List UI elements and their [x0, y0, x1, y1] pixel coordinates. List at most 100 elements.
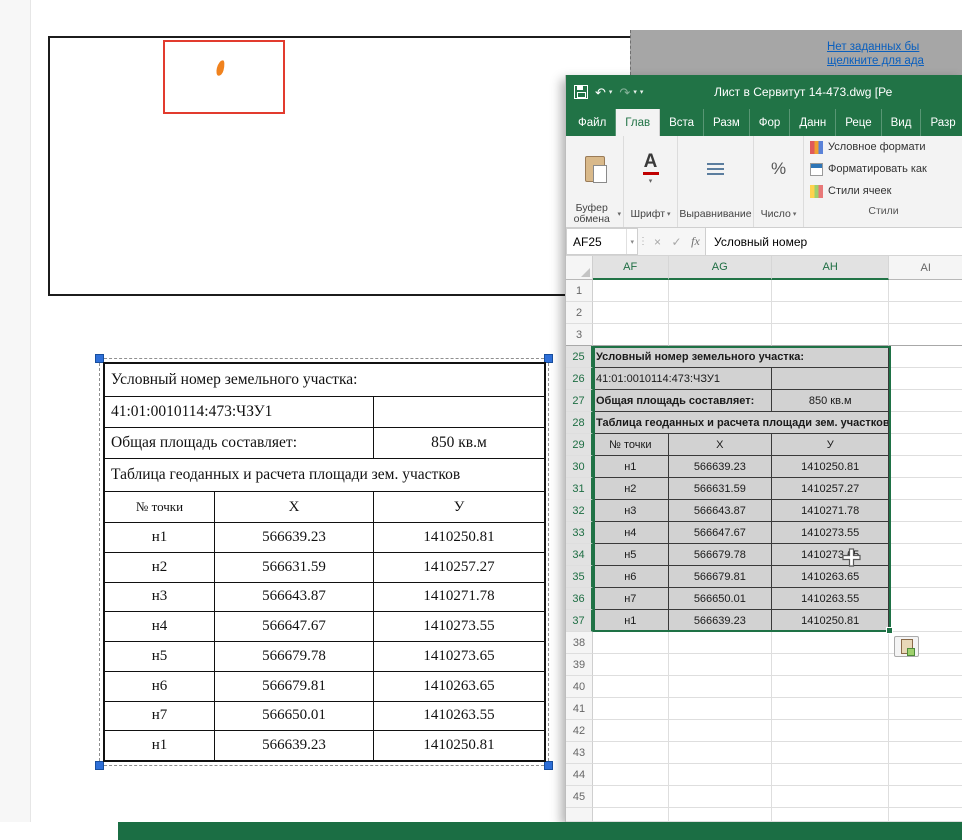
cell[interactable] [889, 786, 962, 808]
cell[interactable] [889, 390, 962, 412]
cell[interactable] [669, 698, 772, 720]
formula-input[interactable]: Условный номер [705, 228, 962, 255]
number-group-label[interactable]: Число ▾ [754, 201, 803, 227]
tab-Глав[interactable]: Глав [616, 109, 660, 136]
row-header-32[interactable]: 32 [566, 500, 593, 522]
cell[interactable] [593, 280, 669, 302]
cell[interactable] [772, 676, 889, 698]
row-header-38[interactable]: 38 [566, 632, 593, 654]
cell[interactable] [772, 654, 889, 676]
alignment-icon[interactable] [707, 160, 724, 178]
fill-handle[interactable] [886, 627, 893, 634]
cell[interactable] [889, 412, 962, 434]
select-all-corner[interactable] [566, 256, 593, 280]
row-header-27[interactable]: 27 [566, 390, 593, 412]
cell[interactable] [889, 368, 962, 390]
cell[interactable]: 1410263.55 [772, 588, 889, 610]
cell[interactable] [889, 280, 962, 302]
row-header-35[interactable]: 35 [566, 566, 593, 588]
cell[interactable] [772, 764, 889, 786]
cell[interactable] [889, 500, 962, 522]
cell[interactable]: 566643.87 [669, 500, 772, 522]
paste-icon[interactable] [585, 156, 605, 182]
cell[interactable]: 566639.23 [669, 456, 772, 478]
cell[interactable]: н3 [593, 500, 669, 522]
row-header-25[interactable]: 25 [566, 346, 593, 368]
cell[interactable]: № точки [593, 434, 669, 456]
alignment-group-label[interactable]: Выравнивание [678, 201, 753, 227]
quick-properties-link[interactable]: Нет заданных бы щелкните для ада [827, 40, 924, 68]
format-as-table-button[interactable]: Форматировать как [804, 158, 962, 180]
enter-icon[interactable]: ✓ [667, 228, 686, 255]
cell[interactable] [593, 720, 669, 742]
cell[interactable]: 566650.01 [669, 588, 772, 610]
cell[interactable] [889, 610, 962, 632]
cell[interactable] [593, 698, 669, 720]
tab-Разм[interactable]: Разм [704, 109, 750, 136]
cell[interactable] [593, 632, 669, 654]
cell[interactable] [669, 808, 772, 822]
undo-caret-icon[interactable]: ▾ [609, 88, 613, 96]
cell[interactable] [593, 676, 669, 698]
cell[interactable] [669, 654, 772, 676]
cell[interactable]: У [772, 434, 889, 456]
cell[interactable]: н1 [593, 456, 669, 478]
cell[interactable] [889, 764, 962, 786]
font-group-label[interactable]: Шрифт ▾ [624, 201, 677, 227]
cell[interactable] [889, 676, 962, 698]
cell[interactable] [889, 478, 962, 500]
cell[interactable]: н2 [593, 478, 669, 500]
name-box[interactable]: AF25 ▾ [566, 228, 638, 255]
row-header-45[interactable]: 45 [566, 786, 593, 808]
redo-caret-icon[interactable]: ▾ [633, 88, 637, 96]
row-header-28[interactable]: 28 [566, 412, 593, 434]
cell[interactable] [669, 324, 772, 346]
cell[interactable] [772, 808, 889, 822]
tab-Файл[interactable]: Файл [569, 109, 616, 136]
redo-icon[interactable]: ↷ [619, 86, 630, 99]
cell[interactable]: 566679.78 [669, 544, 772, 566]
cell[interactable] [889, 654, 962, 676]
cell[interactable] [669, 742, 772, 764]
cell[interactable]: н4 [593, 522, 669, 544]
cell[interactable] [593, 654, 669, 676]
cell[interactable]: н5 [593, 544, 669, 566]
qat-customize-icon[interactable]: ▾ [640, 88, 644, 96]
cell[interactable]: 850 кв.м [772, 390, 889, 412]
cell[interactable] [669, 302, 772, 324]
row-header-39[interactable]: 39 [566, 654, 593, 676]
insert-function-icon[interactable]: fx [686, 228, 705, 255]
cell[interactable] [669, 676, 772, 698]
grip-bottom-right[interactable] [544, 761, 553, 770]
cell[interactable] [889, 302, 962, 324]
cell[interactable] [772, 698, 889, 720]
cell[interactable]: н1 [593, 610, 669, 632]
column-header-AF[interactable]: AF [593, 256, 669, 280]
row-header-31[interactable]: 31 [566, 478, 593, 500]
cell[interactable] [889, 324, 962, 346]
row-header-37[interactable]: 37 [566, 610, 593, 632]
cell[interactable] [889, 566, 962, 588]
tab-Реце[interactable]: Реце [836, 109, 881, 136]
cell[interactable]: 1410273.65 [772, 544, 889, 566]
row-header-33[interactable]: 33 [566, 522, 593, 544]
column-header-AG[interactable]: AG [669, 256, 772, 280]
cell[interactable] [593, 302, 669, 324]
cell[interactable]: 1410271.78 [772, 500, 889, 522]
tab-Разр[interactable]: Разр [921, 109, 962, 136]
cell[interactable] [889, 456, 962, 478]
cell[interactable]: 1410250.81 [772, 456, 889, 478]
cancel-icon[interactable]: × [648, 228, 667, 255]
cell[interactable] [669, 720, 772, 742]
cell[interactable] [593, 324, 669, 346]
cell[interactable] [593, 786, 669, 808]
cell[interactable] [889, 698, 962, 720]
cell[interactable] [889, 588, 962, 610]
cell[interactable] [772, 302, 889, 324]
cell[interactable] [593, 808, 669, 822]
cell[interactable] [772, 720, 889, 742]
clipboard-group-label[interactable]: Буфер обмена ▾ [566, 201, 623, 227]
tab-Вид[interactable]: Вид [882, 109, 922, 136]
row-header-3[interactable]: 3 [566, 324, 593, 346]
row-header-29[interactable]: 29 [566, 434, 593, 456]
